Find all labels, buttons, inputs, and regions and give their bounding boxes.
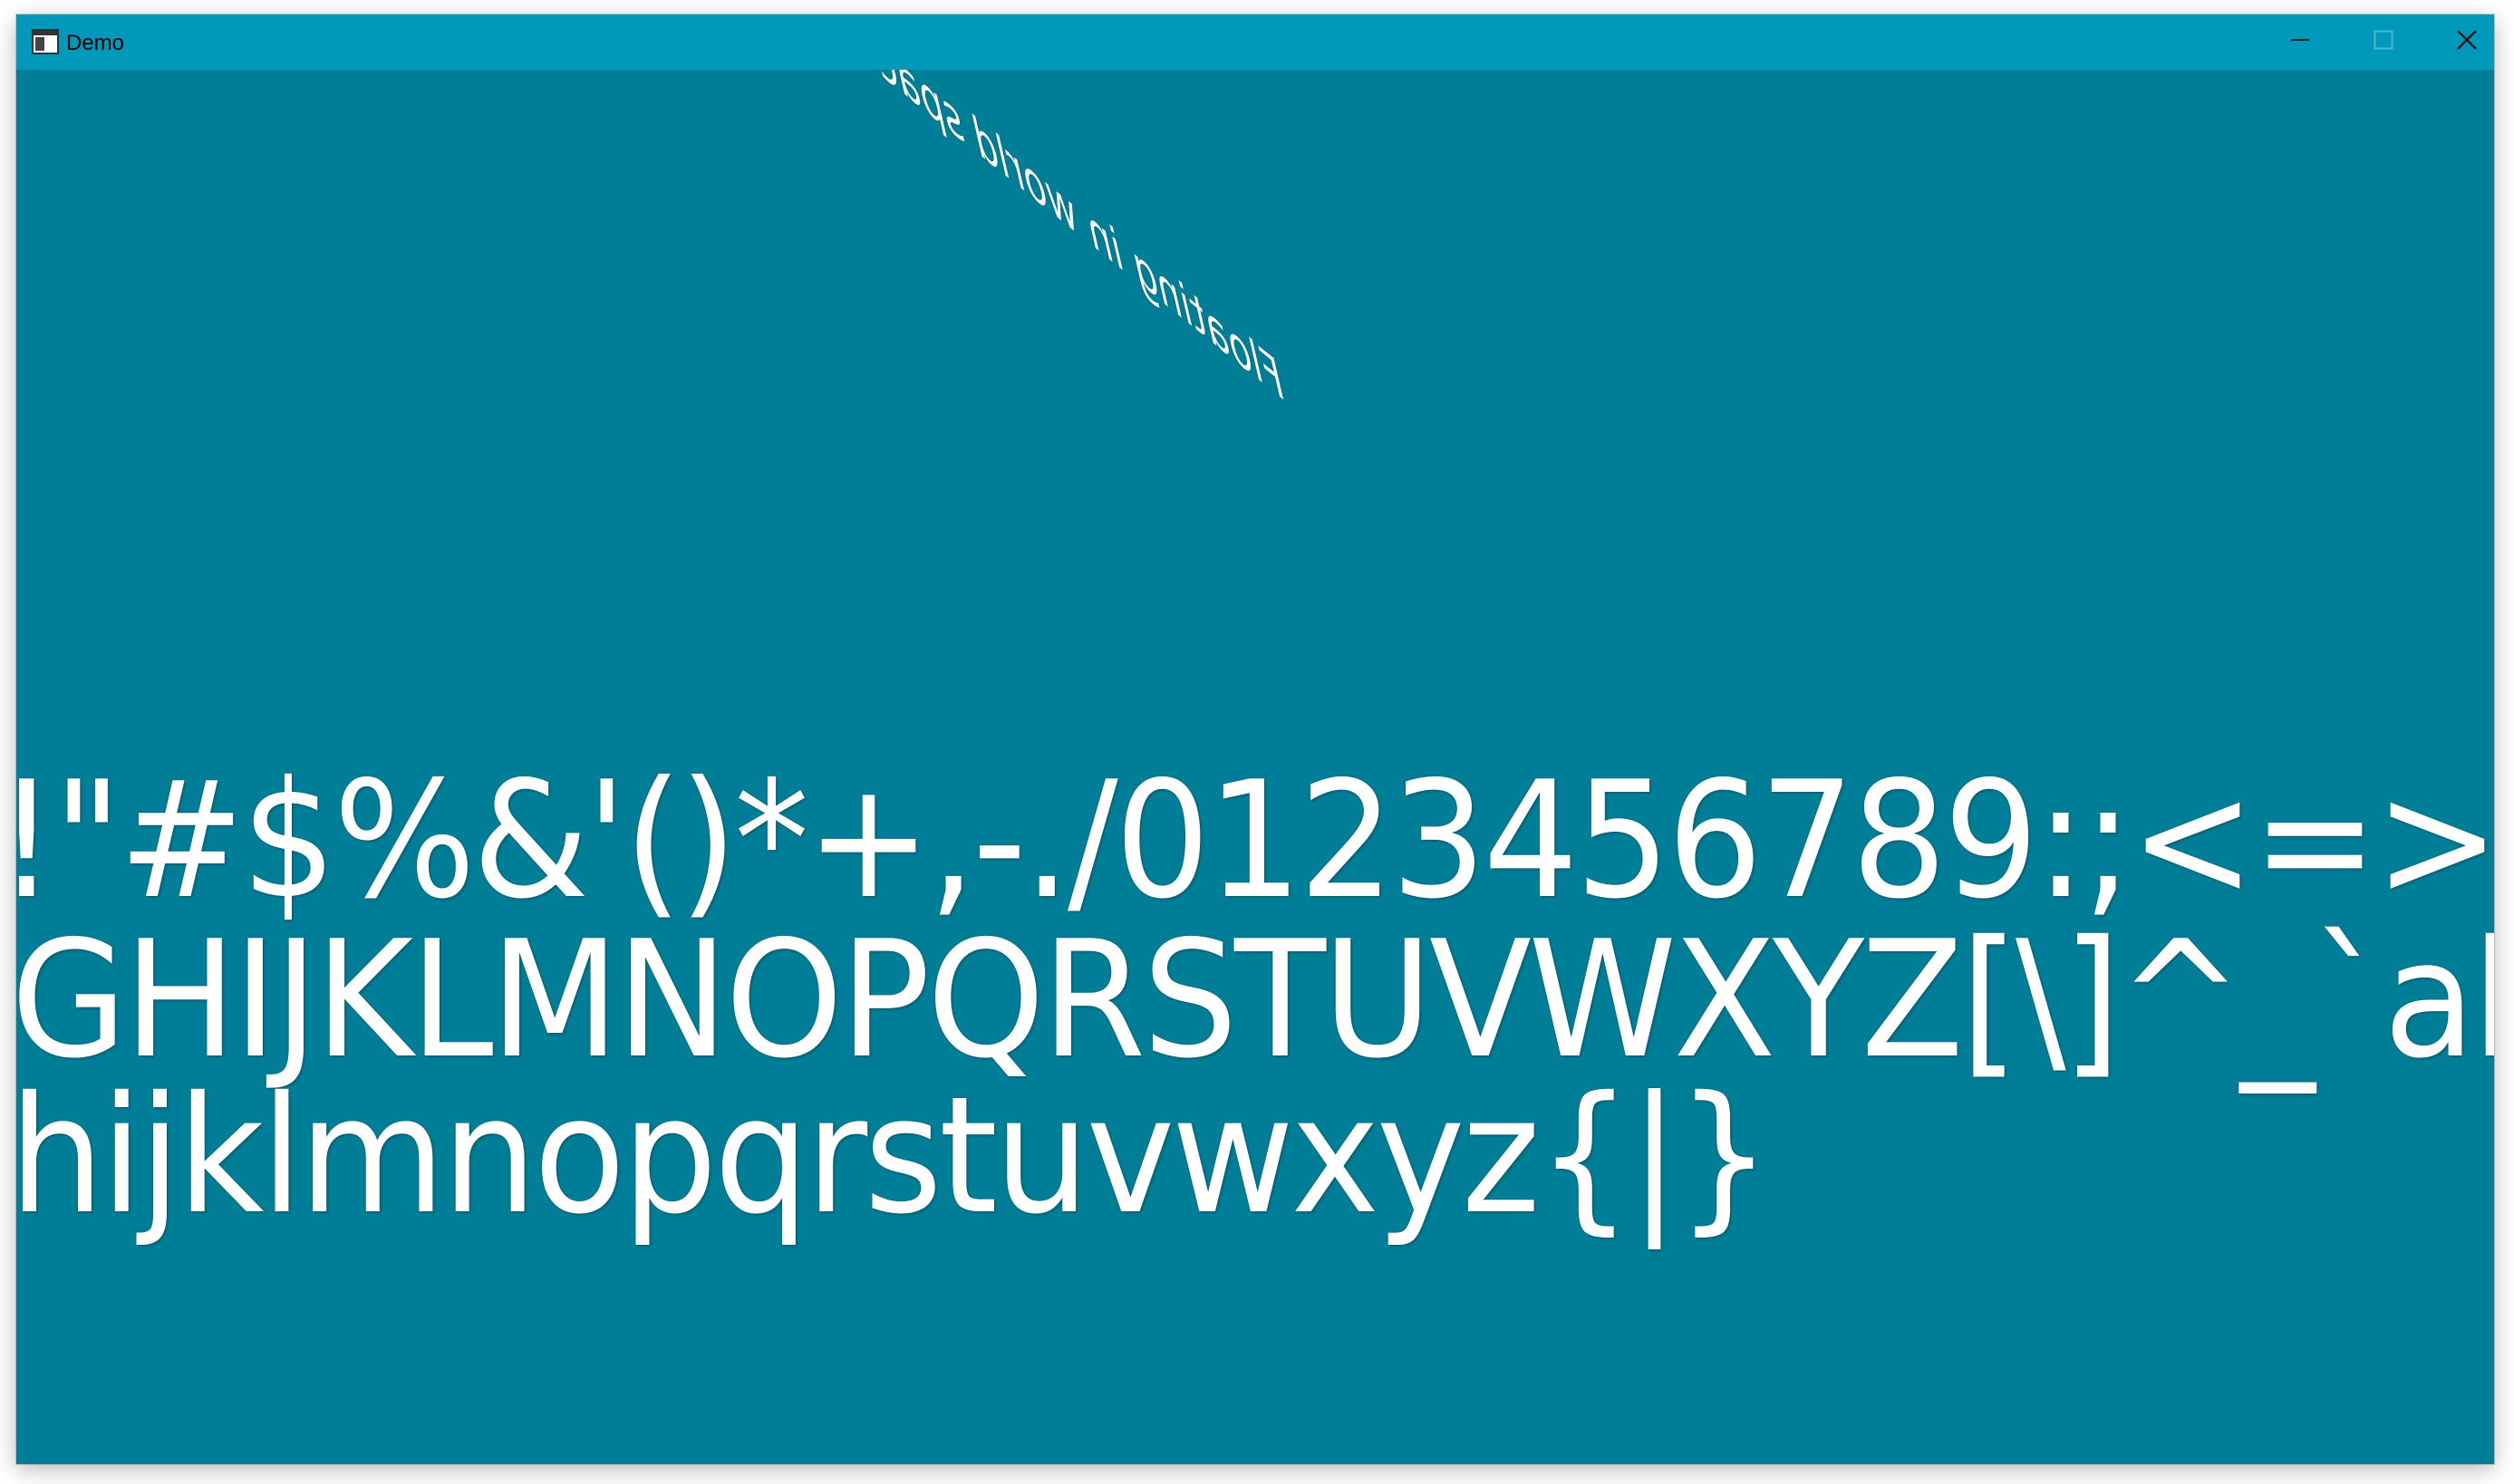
minimize-button[interactable] [2258,14,2342,70]
app-window: Demo Floating in world space !"#$%&'()*+… [16,14,2494,1464]
maximize-icon [2374,30,2393,54]
close-icon [2456,29,2478,55]
glyph-line-2: GHIJKLMNOPQRSTUVWXYZ[\]^_`abcde [16,906,2494,1094]
title-bar[interactable]: Demo [16,14,2494,70]
glyph-line-1: !"#$%&'()*+,-./0123456789:;<=>?@ABCD [16,747,2494,934]
glyph-line-3: hijklmnopqrstuvwxyz{|} [16,1062,1772,1249]
minimize-icon [2290,30,2310,54]
maximize-button[interactable] [2342,14,2425,70]
window-title: Demo [66,31,125,55]
world-space-text: Floating in world space [846,70,1291,417]
app-window-icon [32,29,59,54]
close-button[interactable] [2425,14,2494,70]
render-viewport[interactable]: Floating in world space !"#$%&'()*+,-./0… [16,70,2494,1464]
